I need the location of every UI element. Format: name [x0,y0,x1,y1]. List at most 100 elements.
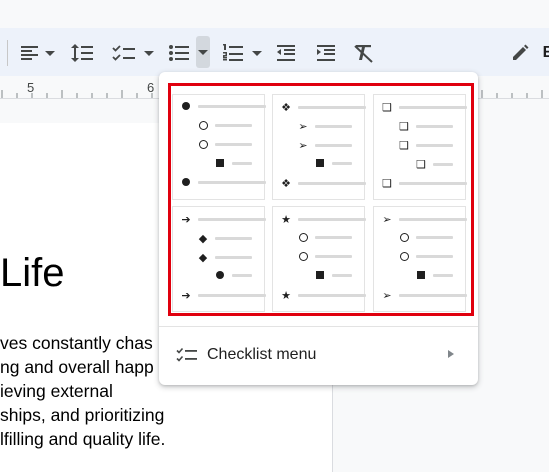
bullet-style-dropdown[interactable] [196,36,210,68]
bullet-glyph-icon [198,121,208,130]
bullet-glyph-icon [399,252,409,261]
text-placeholder-bar [298,294,366,297]
bullet-glyph-icon [216,159,224,167]
bullet-glyph-icon: ◆ [198,251,208,264]
bullet-glyph-icon: ❑ [399,139,409,152]
bullet-style-menu: ❖ ➢ ➢ ❖ ❑ ❑ ❑ ❑ ❑ ➔ ◆ ◆ ➔ ★ ★ ➢ ➢ Checklist menu [159,72,478,385]
bullet-preview-row: ➢ [297,140,352,151]
overflow-text: E [542,44,549,61]
document-body: ves constantly chas ng and overall happ … [0,331,165,451]
chevron-down-icon [252,50,262,56]
line-spacing-button[interactable] [68,40,96,66]
align-button[interactable] [16,40,58,66]
document-line: ng and overall happ [0,357,154,377]
bullet-style-option-shadow-square[interactable]: ❑ ❑ ❑ ❑ ❑ [373,94,467,200]
document-line: lfilling and quality life. [0,429,166,449]
ruler-number-5: 5 [27,80,35,95]
toolbar: E [0,0,549,76]
bullet-style-option-filled-dot[interactable] [172,94,266,200]
increase-indent-button[interactable] [312,40,340,66]
chevron-down-icon [44,50,55,56]
text-placeholder-bar [232,161,252,165]
bullet-glyph-icon: ❖ [281,101,291,114]
bullet-style-option-star-circle[interactable]: ★ ★ [272,206,366,312]
checklist-menu-label: Checklist menu [207,346,317,363]
text-placeholder-bar [332,161,352,165]
bullet-glyph-icon [182,178,190,186]
bullet-glyph-icon: ➢ [298,120,308,133]
edit-mode-button[interactable] [507,40,533,66]
bullet-glyph-icon [216,271,224,279]
checklist-button[interactable] [110,40,156,66]
text-placeholder-bar [298,182,366,185]
document-line: ships, and prioritizing [0,405,165,425]
text-placeholder-bar [298,218,366,221]
bullet-preview-row [197,140,252,149]
bullet-preview-row: ❑ [381,178,467,189]
text-placeholder-bar [416,236,453,239]
clear-formatting-icon [353,43,375,63]
clear-formatting-button[interactable] [350,40,378,66]
bullet-glyph-icon [198,140,208,149]
increase-indent-icon [316,44,336,62]
bullet-preview-row [398,233,453,242]
text-placeholder-bar [416,144,453,147]
bullet-style-option-arrow-diamond[interactable]: ➔ ◆ ◆ ➔ [172,206,266,312]
bullet-preview-row [197,121,252,130]
decrease-indent-button[interactable] [272,40,300,66]
bullet-preview-row [314,159,352,167]
line-spacing-icon [70,43,94,63]
bullet-glyph-icon [399,233,409,242]
bullet-glyph-icon: ❑ [382,177,392,190]
text-placeholder-bar [332,273,352,277]
bullet-glyph-icon: ◆ [198,232,208,245]
text-placeholder-bar [232,273,252,277]
bullet-glyph-icon: ❑ [382,101,392,114]
document-line: ves constantly chas [0,333,153,353]
bullet-preview-row: ➔ [180,290,266,301]
numbered-list-button[interactable] [220,40,264,66]
text-placeholder-bar [416,125,453,128]
bullet-glyph-icon [417,271,425,279]
ruler-number-6: 6 [147,80,155,95]
checklist-menu-item[interactable]: Checklist menu [159,339,478,371]
bullet-preview-row: ❖ [280,178,366,189]
text-placeholder-bar [416,255,453,258]
bullet-preview-row [180,178,266,186]
text-placeholder-bar [198,294,266,297]
bullet-preview-row: ❑ [415,159,453,170]
bullet-glyph-icon: ➢ [382,213,392,226]
text-placeholder-bar [433,273,453,277]
bullet-preview-row: ➢ [381,290,467,301]
document-line: ieving external [0,381,113,401]
bullet-preview-row: ★ [280,214,366,225]
bullet-preview-row: ➔ [180,214,266,225]
bullet-preview-row [180,102,266,110]
text-placeholder-bar [399,218,467,221]
bullet-preview-row [415,271,453,279]
numbered-list-icon [222,43,244,63]
text-placeholder-bar [315,144,352,147]
bullet-glyph-icon: ★ [281,289,291,302]
bullet-glyph-icon: ❖ [281,177,291,190]
bullet-preview-row [214,159,252,167]
text-placeholder-bar [399,182,467,185]
checklist-icon [112,44,136,62]
bullet-glyph-icon [316,159,324,167]
bullet-preview-row [314,271,352,279]
checklist-icon [176,347,198,368]
bulleted-list-icon [168,44,190,62]
submenu-arrow-icon [448,350,454,358]
bullet-preview-row: ◆ [197,252,252,263]
bullet-style-option-arrowhead-circle[interactable]: ➢ ➢ [373,206,467,312]
bullet-glyph-icon [182,102,190,110]
bullet-glyph-icon: ❑ [416,158,426,171]
text-placeholder-bar [198,180,266,184]
bullet-glyph-icon: ★ [281,213,291,226]
bullet-style-option-diamond-arrowhead[interactable]: ❖ ➢ ➢ ❖ [272,94,366,200]
bullet-glyph-icon: ➔ [181,213,191,226]
chevron-down-icon [144,50,154,56]
decrease-indent-icon [276,44,296,62]
text-placeholder-bar [399,106,467,109]
bulleted-list-button[interactable] [164,40,194,66]
